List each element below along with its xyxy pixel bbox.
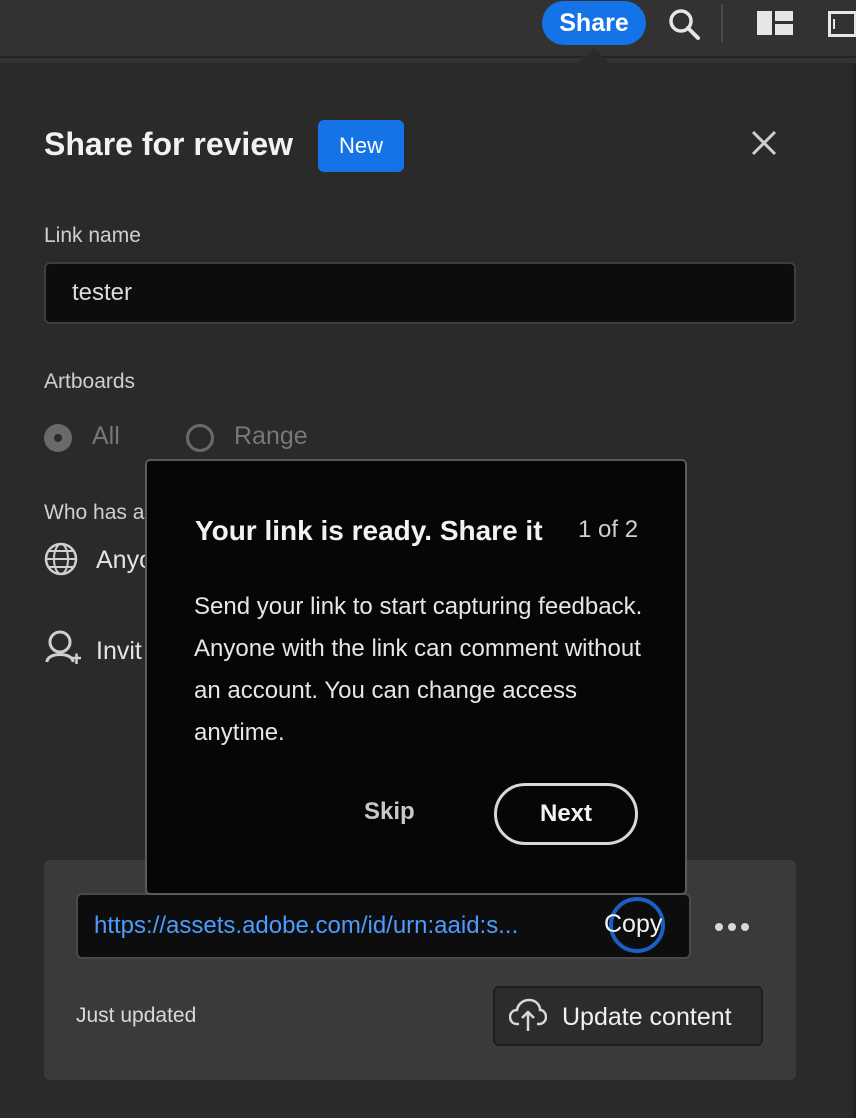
artboards-label: Artboards xyxy=(44,370,136,393)
link-name-label: Link name xyxy=(44,224,141,247)
invite-user-icon xyxy=(44,630,82,671)
invite-button[interactable]: Invit xyxy=(96,637,142,666)
top-bar xyxy=(0,0,856,58)
new-badge: New xyxy=(318,120,404,172)
share-button[interactable]: Share xyxy=(542,1,646,45)
update-content-label: Update content xyxy=(562,1003,732,1031)
close-icon[interactable] xyxy=(749,128,779,163)
radio-range[interactable] xyxy=(186,424,214,452)
share-url[interactable]: https://assets.adobe.com/id/urn:aaid:s..… xyxy=(94,912,518,940)
cloud-upload-icon xyxy=(508,998,548,1037)
search-icon[interactable] xyxy=(666,6,702,47)
panel-icon[interactable] xyxy=(828,11,856,42)
coachmark-step: 1 of 2 xyxy=(578,516,639,543)
update-status: Just updated xyxy=(76,1004,197,1027)
access-label: Who has a xyxy=(44,501,145,524)
radio-range-label: Range xyxy=(234,422,308,450)
copy-button[interactable]: Copy xyxy=(604,910,662,939)
toolbar-divider xyxy=(721,4,723,42)
popover-caret xyxy=(579,48,609,63)
coachmark-body: Send your link to start capturing feedba… xyxy=(194,593,643,746)
radio-all-label: All xyxy=(92,422,120,450)
coachmark-title: Your link is ready. Share it xyxy=(195,515,543,546)
radio-all[interactable] xyxy=(44,424,72,452)
next-button[interactable]: Next xyxy=(494,783,638,845)
skip-button[interactable]: Skip xyxy=(364,798,415,826)
panel-title: Share for review xyxy=(44,126,293,162)
layout-icon[interactable] xyxy=(757,11,793,40)
globe-icon xyxy=(44,542,78,581)
link-name-input[interactable] xyxy=(44,262,796,324)
more-options-icon[interactable] xyxy=(714,920,750,938)
